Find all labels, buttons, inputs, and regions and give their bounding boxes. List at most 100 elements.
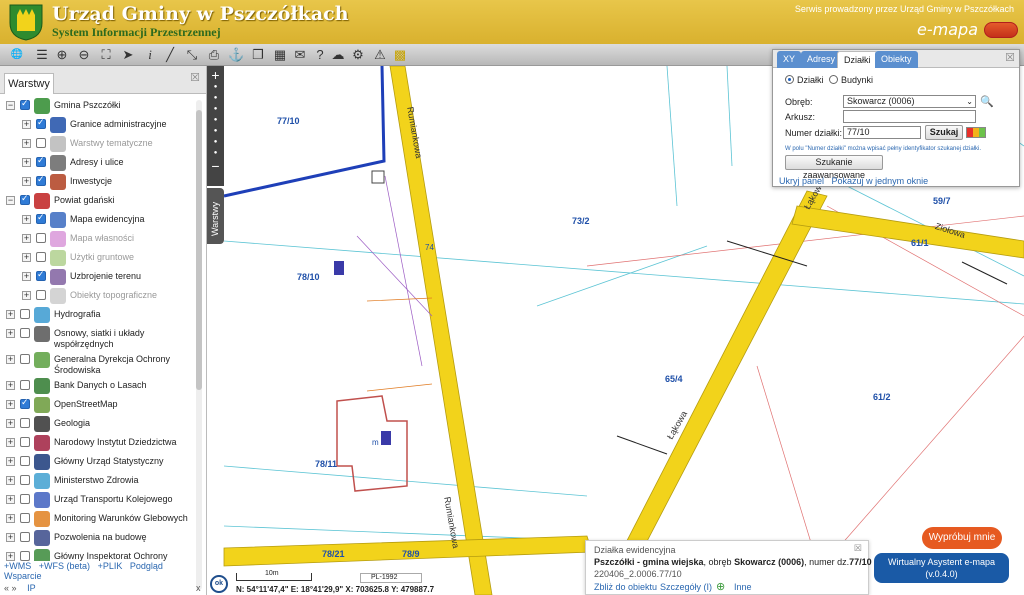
tab-adresy[interactable]: Adresy	[801, 51, 842, 68]
expand-toggle-icon[interactable]: +	[6, 533, 15, 542]
warning-icon[interactable]: ⚠	[372, 47, 388, 63]
expand-toggle-icon[interactable]: +	[22, 158, 31, 167]
expand-toggle-icon[interactable]: −	[6, 196, 15, 205]
layer-scrollbar[interactable]	[196, 100, 202, 590]
layer-checkbox[interactable]	[20, 193, 30, 205]
layer-row[interactable]: − Gmina Pszczółki	[4, 98, 196, 117]
zoom-out-icon[interactable]: ⊖	[76, 47, 92, 63]
zoom-in-icon[interactable]: ⊕	[54, 47, 70, 63]
layer-row[interactable]: + Uzbrojenie terenu	[4, 269, 196, 288]
zoom-out-button[interactable]: −	[207, 159, 224, 173]
layer-checkbox[interactable]	[20, 397, 30, 409]
layer-row[interactable]: − Powiat gdański	[4, 193, 196, 212]
radio-dzialki[interactable]	[785, 75, 794, 84]
layer-checkbox[interactable]	[20, 494, 30, 504]
layer-checkbox[interactable]	[36, 117, 46, 129]
footer-close-icon[interactable]: x	[196, 583, 201, 593]
layer-row[interactable]: + Narodowy Instytut Dziedzictwa	[4, 435, 196, 454]
layer-row[interactable]: + Adresy i ulice	[4, 155, 196, 174]
layer-checkbox[interactable]	[20, 456, 30, 466]
expand-toggle-icon[interactable]: +	[6, 381, 15, 390]
comment-icon[interactable]: ✉	[292, 47, 308, 63]
layer-checkbox[interactable]	[36, 233, 46, 243]
warstwy-vertical-tab[interactable]: Warstwy	[207, 188, 224, 244]
layer-row[interactable]: + Ministerstwo Zdrowia	[4, 473, 196, 492]
cloud-icon[interactable]: ☁	[330, 47, 346, 63]
layer-row[interactable]: + Warstwy tematyczne	[4, 136, 196, 155]
details-link[interactable]: Szczegóły (I)	[660, 582, 712, 592]
measure-distance-icon[interactable]: ╱	[162, 47, 178, 63]
layer-row[interactable]: + Użytki gruntowe	[4, 250, 196, 269]
layer-checkbox[interactable]	[36, 174, 46, 186]
layer-row[interactable]: + Osnowy, siatki i układy współrzędnych	[4, 326, 196, 352]
layer-checkbox[interactable]	[20, 328, 30, 338]
tab-dzialki[interactable]: Działki	[837, 51, 878, 68]
layer-row[interactable]: + Granice administracyjne	[4, 117, 196, 136]
tab-warstwy[interactable]: Warstwy	[4, 73, 54, 94]
layer-checkbox[interactable]	[36, 155, 46, 167]
expand-toggle-icon[interactable]: +	[6, 552, 15, 561]
table-icon[interactable]: ▦	[272, 47, 288, 63]
advanced-search-button[interactable]: Szukanie zaawansowane	[785, 155, 883, 180]
layer-checkbox[interactable]	[20, 418, 30, 428]
expand-toggle-icon[interactable]: +	[22, 291, 31, 300]
layer-row[interactable]: + Główny Inspektorat OchronyŚrodowiska	[4, 549, 196, 561]
layer-row[interactable]: + Generalna Dyrekcja Ochrony Środowiska	[4, 352, 196, 378]
layer-row[interactable]: + Geologia	[4, 416, 196, 435]
hide-panel-link[interactable]: Ukryj panel	[779, 176, 824, 186]
ip-link[interactable]: IP	[27, 583, 36, 593]
expand-toggle-icon[interactable]: +	[22, 234, 31, 243]
szukaj-button[interactable]: Szukaj	[925, 125, 963, 140]
search-icon[interactable]: 🔍	[980, 95, 994, 108]
layer-checkbox[interactable]	[20, 98, 30, 110]
expand-toggle-icon[interactable]: +	[22, 215, 31, 224]
other-link[interactable]: Inne	[734, 582, 752, 592]
expand-toggle-icon[interactable]: +	[6, 514, 15, 523]
expand-toggle-icon[interactable]: −	[6, 101, 15, 110]
numer-dzialki-input[interactable]: 77/10	[843, 126, 921, 139]
expand-toggle-icon[interactable]: +	[22, 253, 31, 262]
obreb-select[interactable]: Skowarcz (0006) ⌄	[843, 95, 976, 108]
layer-row[interactable]: + Pozwolenia na budowę	[4, 530, 196, 549]
info-icon[interactable]: i	[142, 47, 158, 63]
layer-row[interactable]: + Monitoring Warunków Glebowych	[4, 511, 196, 530]
full-extent-icon[interactable]: 🌐	[6, 47, 28, 63]
layer-row[interactable]: + Hydrografia	[4, 307, 196, 326]
layer-row[interactable]: + Mapa ewidencyjna	[4, 212, 196, 231]
layer-checkbox[interactable]	[36, 138, 46, 148]
layer-checkbox[interactable]	[20, 551, 30, 561]
layer-row[interactable]: + Inwestycje	[4, 174, 196, 193]
prev-arrow-icon[interactable]: «	[4, 583, 9, 593]
expand-toggle-icon[interactable]: +	[6, 457, 15, 466]
highlight-color-icon[interactable]	[966, 127, 986, 138]
try-me-bubble[interactable]: Wypróbuj mnie	[922, 527, 1002, 549]
layer-checkbox[interactable]	[20, 380, 30, 390]
measure-area-icon[interactable]: ⤡	[184, 47, 200, 63]
expand-toggle-icon[interactable]: +	[6, 310, 15, 319]
ok-button[interactable]: ok	[210, 575, 228, 593]
layer-row[interactable]: + Główny Urząd Statystyczny	[4, 454, 196, 473]
crs-select[interactable]: PL-1992	[360, 573, 422, 583]
search-close-icon[interactable]: ☒	[1005, 51, 1015, 64]
panel-close-icon[interactable]: ☒	[190, 71, 200, 84]
layer-checkbox[interactable]	[36, 269, 46, 281]
expand-toggle-icon[interactable]: +	[6, 400, 15, 409]
zoom-to-object-link[interactable]: Zbliż do obiektu	[594, 582, 657, 592]
add-wms-link[interactable]: +WMS	[4, 561, 31, 571]
arkusz-input[interactable]	[843, 110, 976, 123]
layer-checkbox[interactable]	[36, 252, 46, 262]
layer-checkbox[interactable]	[20, 309, 30, 319]
layer-checkbox[interactable]	[20, 354, 30, 364]
add-circle-icon[interactable]: ⊕	[716, 580, 725, 593]
settings-icon[interactable]: ⚙	[350, 47, 366, 63]
copy-icon[interactable]: ❐	[250, 47, 266, 63]
support-link[interactable]: Wsparcie	[4, 571, 42, 581]
layer-row[interactable]: + Bank Danych o Lasach	[4, 378, 196, 397]
info-close-icon[interactable]: ☒	[854, 543, 862, 554]
scrollbar-thumb[interactable]	[196, 110, 202, 390]
expand-toggle-icon[interactable]: +	[22, 120, 31, 129]
expand-toggle-icon[interactable]: +	[22, 139, 31, 148]
add-file-link[interactable]: +PLIK	[98, 561, 123, 571]
expand-toggle-icon[interactable]: +	[22, 272, 31, 281]
layer-checkbox[interactable]	[20, 532, 30, 542]
